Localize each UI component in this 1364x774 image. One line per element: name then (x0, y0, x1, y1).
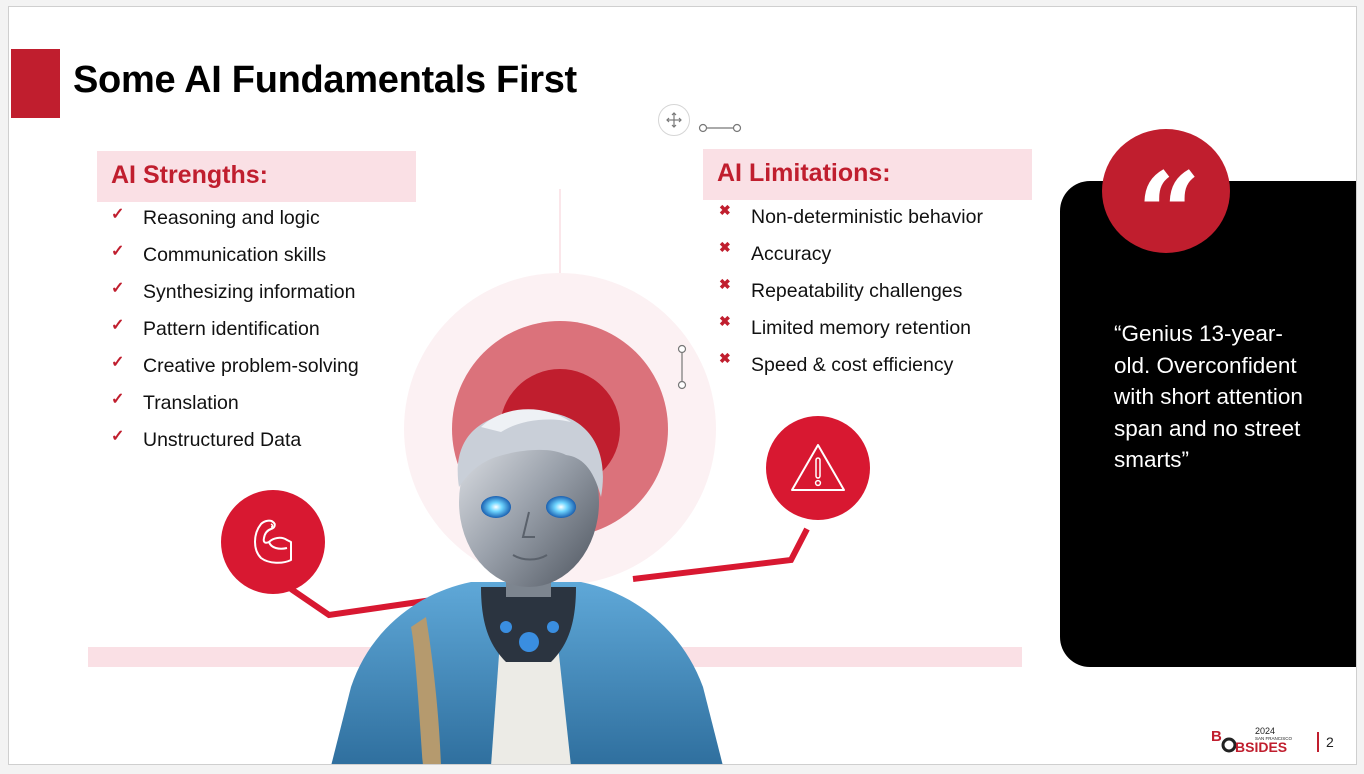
footer-separator (1317, 732, 1319, 752)
connector-handle-horizontal-icon[interactable] (698, 123, 742, 133)
svg-text:B: B (1211, 728, 1222, 745)
quote-mark-icon: “ (1136, 149, 1201, 280)
checkmark-icon: ✓ (111, 391, 125, 408)
checkmark-icon: ✓ (111, 280, 125, 297)
logo-city-text: SAN FRANCISCO (1255, 736, 1293, 741)
quote-text: “Genius 13-year-old. Overconfident with … (1114, 321, 1303, 472)
bsides-logo: B BSIDES 2024 SAN FRANCISCO (1211, 726, 1293, 755)
strength-icon-circle (221, 490, 325, 594)
flexed-bicep-icon (254, 519, 292, 564)
logo-year-text: 2024 (1255, 726, 1275, 736)
cross-icon: ✖ (719, 350, 731, 366)
limitation-icon-circle (766, 416, 870, 520)
strengths-heading-bar: AI Strengths: (97, 151, 416, 202)
checkmark-icon: ✓ (111, 317, 125, 334)
logo-main-text: BSIDES (1235, 739, 1287, 755)
robot-teen-illustration (331, 409, 723, 764)
strengths-heading: AI Strengths: (111, 161, 268, 189)
cross-icon: ✖ (719, 239, 731, 255)
page-number: 2 (1326, 734, 1334, 750)
limitations-heading-bar: AI Limitations: (703, 149, 1032, 200)
checkmark-icon: ✓ (111, 243, 125, 260)
connector-handle-vertical-icon[interactable] (677, 344, 687, 390)
move-arrows-icon (666, 112, 682, 128)
quote-badge: “ (1102, 129, 1230, 271)
checkmark-icon: ✓ (111, 354, 125, 371)
warning-triangle-icon (791, 444, 845, 491)
limitations-heading: AI Limitations: (717, 159, 891, 187)
checkmark-icon: ✓ (111, 206, 125, 223)
move-handle-icon[interactable] (658, 104, 690, 136)
cross-icon: ✖ (719, 276, 731, 292)
checkmark-icon: ✓ (111, 428, 125, 445)
slide-title[interactable]: Some AI Fundamentals First (73, 59, 577, 102)
cross-icon: ✖ (719, 202, 731, 218)
cross-icon: ✖ (719, 313, 731, 329)
slide: Some AI Fundamentals First AI Strengths: (8, 6, 1357, 765)
vertical-divider-line (559, 189, 561, 273)
title-accent-bar (11, 49, 60, 118)
